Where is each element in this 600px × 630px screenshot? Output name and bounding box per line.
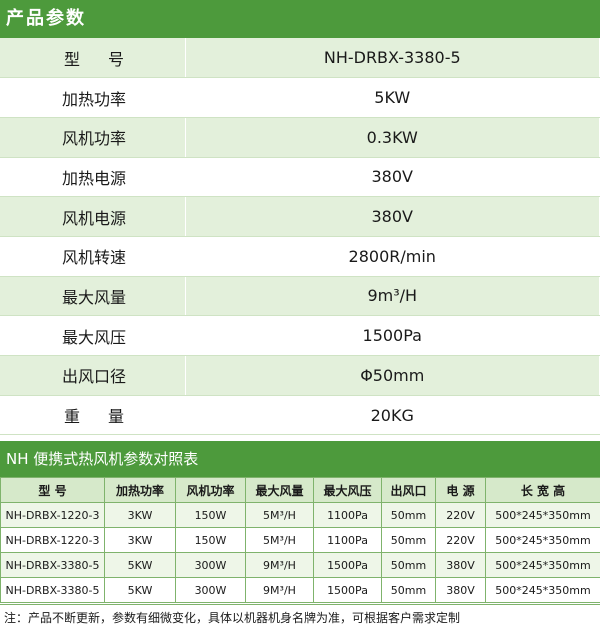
comparison-table: 型 号 加热功率 风机功率 最大风量 最大风压 出风口 电 源 长 宽 高 NH… [0,477,600,603]
spec-value: NH-DRBX-3380-5 [185,38,600,79]
spec-row: 风机转速 2800R/min [0,236,600,277]
cell: 5KW [104,577,176,603]
spec-label: 加热电源 [0,157,186,198]
cell: 1500Pa [313,552,382,578]
cell: 220V [435,527,486,553]
cell: 300W [175,552,246,578]
cell: NH-DRBX-3380-5 [0,552,105,578]
column-header-power-supply: 电 源 [435,477,486,503]
spec-label: 风机电源 [0,196,186,237]
cell: 50mm [381,577,436,603]
table-row: NH-DRBX-3380-5 5KW 300W 9M³/H 1500Pa 50m… [0,577,600,603]
cell: 3KW [104,527,176,553]
cell: 1500Pa [313,577,382,603]
cell: 500*245*350mm [485,577,600,603]
cell: 500*245*350mm [485,552,600,578]
table-row: NH-DRBX-1220-3 3KW 150W 5M³/H 1100Pa 50m… [0,502,600,528]
spec-value: 5KW [185,77,600,118]
cell: 9M³/H [245,552,314,578]
spec-value: 2800R/min [185,236,600,277]
spec-value: 9m³/H [185,276,600,317]
spec-row: 最大风量 9m³/H [0,276,600,317]
column-header-model: 型 号 [0,477,105,503]
spec-row: 风机功率 0.3KW [0,117,600,158]
spec-value: 0.3KW [185,117,600,158]
column-header-fan-power: 风机功率 [175,477,246,503]
cell: 500*245*350mm [485,527,600,553]
spec-row: 风机电源 380V [0,196,600,237]
spec-label: 重量 [0,395,186,436]
cell: 5M³/H [245,527,314,553]
column-header-max-airflow: 最大风量 [245,477,314,503]
cell: 1100Pa [313,502,382,528]
spec-row: 出风口径 Φ50mm [0,355,600,396]
column-header-dimensions: 长 宽 高 [485,477,600,503]
cell: NH-DRBX-3380-5 [0,577,105,603]
cell: 9M³/H [245,577,314,603]
cell: NH-DRBX-1220-3 [0,502,105,528]
column-header-max-pressure: 最大风压 [313,477,382,503]
comparison-header-row: 型 号 加热功率 风机功率 最大风量 最大风压 出风口 电 源 长 宽 高 [0,477,600,503]
cell: 380V [435,552,486,578]
column-header-heating-power: 加热功率 [104,477,176,503]
spec-row: 型号 NH-DRBX-3380-5 [0,38,600,79]
cell: 300W [175,577,246,603]
spec-label: 加热功率 [0,77,186,118]
spec-label: 最大风压 [0,315,186,356]
cell: NH-DRBX-1220-3 [0,527,105,553]
cell: 500*245*350mm [485,502,600,528]
cell: 1100Pa [313,527,382,553]
section-title-comparison: NH 便携式热风机参数对照表 [0,441,600,477]
cell: 3KW [104,502,176,528]
cell: 150W [175,527,246,553]
spec-value: 380V [185,157,600,198]
cell: 50mm [381,552,436,578]
spec-row: 加热电源 380V [0,157,600,198]
spec-table: 型号 NH-DRBX-3380-5 加热功率 5KW 风机功率 0.3KW 加热… [0,38,600,436]
cell: 50mm [381,502,436,528]
cell: 5KW [104,552,176,578]
spec-label: 型号 [0,38,186,79]
spec-label: 风机功率 [0,117,186,158]
cell: 5M³/H [245,502,314,528]
spec-label: 最大风量 [0,276,186,317]
spec-label: 出风口径 [0,355,186,396]
spec-row: 重量 20KG [0,395,600,436]
spec-value: 380V [185,196,600,237]
spec-row: 最大风压 1500Pa [0,315,600,356]
spec-value: 1500Pa [185,315,600,356]
cell: 50mm [381,527,436,553]
spec-row: 加热功率 5KW [0,77,600,118]
cell: 220V [435,502,486,528]
spec-value: Φ50mm [185,355,600,396]
cell: 150W [175,502,246,528]
table-row: NH-DRBX-1220-3 3KW 150W 5M³/H 1100Pa 50m… [0,527,600,553]
spec-label: 风机转速 [0,236,186,277]
table-row: NH-DRBX-3380-5 5KW 300W 9M³/H 1500Pa 50m… [0,552,600,578]
spec-value: 20KG [185,395,600,436]
footnote: 注：产品不断更新，参数有细微变化，具体以机器机身名牌为准，可根据客户需求定制 [0,604,600,630]
section-title-product-params: 产品参数 [0,0,600,38]
column-header-outlet: 出风口 [381,477,436,503]
cell: 380V [435,577,486,603]
